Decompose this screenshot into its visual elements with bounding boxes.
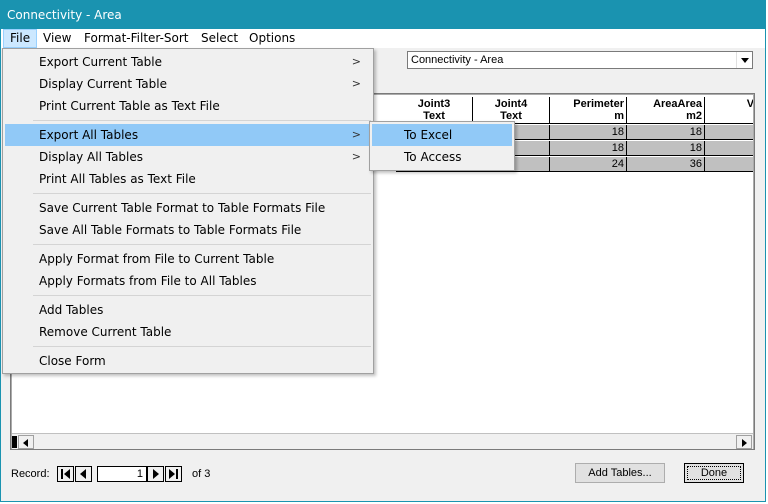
last-record-button[interactable] (165, 466, 182, 482)
table-cell[interactable] (705, 141, 753, 156)
table-cell[interactable] (705, 157, 753, 172)
last-record-icon (169, 469, 178, 479)
record-count: of 3 (192, 468, 211, 480)
menu-separator (33, 346, 371, 347)
table-cell[interactable]: 18 (627, 141, 705, 156)
scrollbar-thumb[interactable] (12, 436, 17, 448)
menu-item-export-all-tables[interactable]: Export All Tables > (5, 124, 371, 146)
submenu-arrow-icon: > (351, 128, 361, 141)
column-header-vol[interactable]: Vol (705, 97, 753, 124)
submenu-arrow-icon: > (351, 77, 361, 90)
menu-view[interactable]: View (37, 29, 77, 48)
column-header-areaarea[interactable]: AreaArea m2 (627, 97, 705, 124)
table-cell[interactable]: 36 (627, 157, 705, 172)
menu-select[interactable]: Select (195, 29, 244, 48)
previous-record-icon (80, 469, 86, 479)
file-menu-dropdown: Export Current Table > Display Current Ta… (2, 48, 374, 374)
menu-item-apply-formats-all[interactable]: Apply Formats from File to All Tables (5, 270, 371, 292)
title-bar[interactable]: Connectivity - Area (1, 1, 765, 29)
menu-item-save-current-table-format[interactable]: Save Current Table Format to Table Forma… (5, 197, 371, 219)
menu-format-filter-sort[interactable]: Format-Filter-Sort (78, 29, 195, 48)
menu-file[interactable]: File (3, 29, 38, 48)
table-selector-dropdown[interactable]: Connectivity - Area (407, 51, 753, 69)
menu-item-to-access[interactable]: To Access (372, 146, 512, 168)
menu-separator (33, 120, 371, 121)
table-cell[interactable] (705, 125, 753, 140)
done-button[interactable]: Done (684, 463, 744, 483)
table-cell[interactable]: 18 (627, 125, 705, 140)
first-record-icon (61, 469, 70, 479)
add-tables-button[interactable]: Add Tables... (575, 463, 665, 483)
export-submenu: To Excel To Access (369, 121, 515, 171)
table-cell[interactable]: 18 (550, 141, 627, 156)
record-label: Record: (11, 468, 50, 480)
column-header-perimeter[interactable]: Perimeter m (550, 97, 627, 124)
focus-rect (687, 466, 741, 480)
menu-item-display-all-tables[interactable]: Display All Tables > (5, 146, 371, 168)
chevron-down-icon[interactable] (736, 52, 752, 68)
previous-record-button[interactable] (75, 466, 92, 482)
column-header-joint3[interactable]: Joint3 Text (396, 97, 473, 124)
next-record-icon (153, 469, 159, 479)
table-selector-value: Connectivity - Area (411, 54, 504, 66)
menu-item-add-tables[interactable]: Add Tables (5, 299, 371, 321)
menu-item-print-all-tables[interactable]: Print All Tables as Text File (5, 168, 371, 190)
menu-item-print-current-table[interactable]: Print Current Table as Text File (5, 95, 371, 117)
table-cell[interactable]: 18 (550, 125, 627, 140)
menu-item-save-all-table-formats[interactable]: Save All Table Formats to Table Formats … (5, 219, 371, 241)
scroll-right-icon[interactable] (736, 435, 752, 449)
table-cell[interactable]: 24 (550, 157, 627, 172)
submenu-arrow-icon: > (351, 55, 361, 68)
menu-separator (33, 295, 371, 296)
menu-item-remove-current-table[interactable]: Remove Current Table (5, 321, 371, 343)
record-number-input[interactable]: 1 (97, 466, 147, 482)
menu-item-to-excel[interactable]: To Excel (372, 124, 512, 146)
next-record-button[interactable] (147, 466, 164, 482)
menu-item-display-current-table[interactable]: Display Current Table > (5, 73, 371, 95)
submenu-arrow-icon: > (351, 150, 361, 163)
menu-separator (33, 244, 371, 245)
scroll-left-icon[interactable] (18, 435, 34, 449)
menu-separator (33, 193, 371, 194)
menu-item-apply-format-current[interactable]: Apply Format from File to Current Table (5, 248, 371, 270)
menu-item-export-current-table[interactable]: Export Current Table > (5, 51, 371, 73)
connectivity-area-window: Connectivity - Area File View Format-Fil… (0, 0, 766, 502)
horizontal-scrollbar[interactable] (12, 433, 753, 449)
menu-options[interactable]: Options (243, 29, 301, 48)
column-header-joint4[interactable]: Joint4 Text (473, 97, 550, 124)
menu-item-close-form[interactable]: Close Form (5, 350, 371, 372)
first-record-button[interactable] (57, 466, 74, 482)
menu-bar: File View Format-Filter-Sort Select Opti… (1, 29, 765, 48)
window-title: Connectivity - Area (7, 8, 122, 22)
